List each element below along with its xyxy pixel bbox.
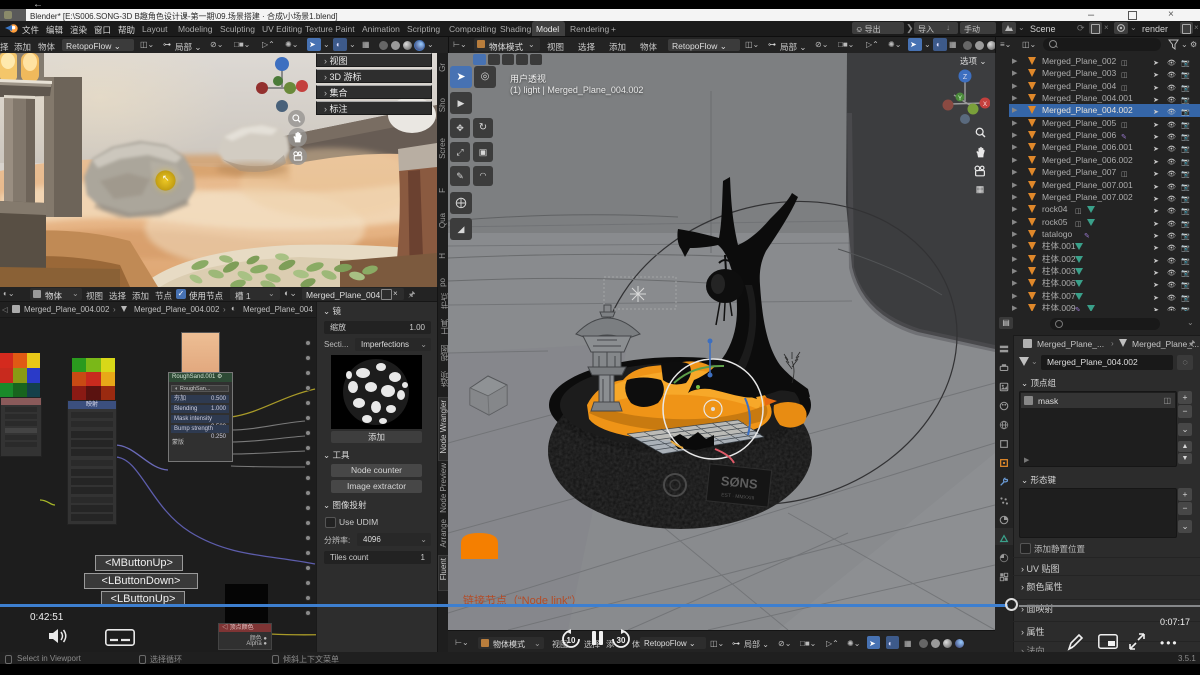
svg-text:10: 10 <box>567 636 576 645</box>
svg-text:Y: Y <box>958 96 962 102</box>
svg-text:30: 30 <box>617 636 626 645</box>
svg-text:X: X <box>983 102 987 108</box>
svg-text:Z: Z <box>963 74 968 81</box>
